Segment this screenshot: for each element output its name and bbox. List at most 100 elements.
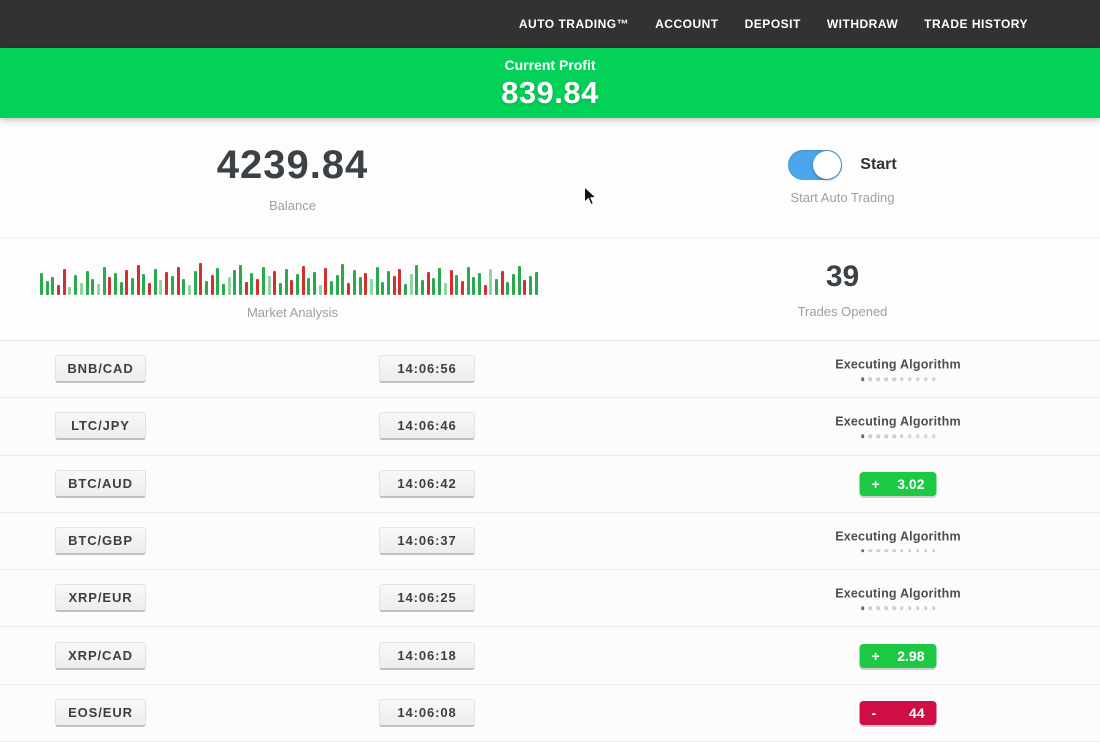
chart-bar: [461, 281, 464, 295]
chart-bar: [91, 279, 94, 295]
pair-button[interactable]: BNB/CAD: [55, 355, 146, 383]
chart-bar: [415, 265, 418, 295]
chart-bar: [427, 272, 430, 295]
chart-bar: [341, 264, 344, 295]
time-button[interactable]: 14:06:56: [379, 355, 475, 383]
market-analysis-block: Market Analysis: [0, 238, 585, 340]
chart-bar: [40, 273, 43, 295]
chart-bar: [74, 275, 77, 295]
market-section: Market Analysis 39 Trades Opened: [0, 238, 1100, 341]
chart-bar: [438, 268, 441, 295]
time-button[interactable]: 14:06:08: [379, 699, 475, 727]
toggle-label: Start: [860, 156, 896, 174]
pair-button[interactable]: BTC/AUD: [55, 470, 146, 498]
chart-bar: [444, 283, 447, 295]
chart-bar: [330, 281, 333, 295]
executing-algorithm-label: Executing Algorithm: [835, 587, 961, 601]
table-row: BNB/CAD 14:06:56 Executing Algorithm: [0, 341, 1100, 398]
chart-bar: [495, 279, 498, 295]
chart-bar: [142, 274, 145, 295]
time-button[interactable]: 14:06:46: [379, 412, 475, 440]
time-button[interactable]: 14:06:18: [379, 642, 475, 670]
nav-item-auto-trading[interactable]: AUTO TRADING™: [519, 17, 629, 31]
pair-button[interactable]: BTC/GBP: [55, 527, 146, 555]
profit-banner: Current Profit 839.84: [0, 48, 1100, 118]
chart-bar: [484, 285, 487, 295]
trades-opened-block: 39 Trades Opened: [585, 238, 1100, 340]
progress-dots: [835, 607, 961, 610]
nav-item-withdraw[interactable]: WITHDRAW: [827, 17, 898, 31]
chart-bar: [279, 283, 282, 295]
chart-bar: [148, 283, 151, 295]
pair-button[interactable]: EOS/EUR: [55, 699, 146, 727]
chart-bar: [80, 283, 83, 295]
chart-bar: [421, 280, 424, 295]
chart-bar: [194, 271, 197, 295]
trades-opened-label: Trades Opened: [798, 304, 888, 319]
chart-bar: [398, 269, 401, 295]
chart-bar: [523, 280, 526, 295]
chart-bar: [313, 272, 316, 295]
trade-status: +3.02: [860, 472, 937, 496]
time-button[interactable]: 14:06:37: [379, 527, 475, 555]
progress-dots: [835, 435, 961, 438]
chart-bar: [97, 284, 100, 295]
chart-bar: [46, 281, 49, 295]
chart-bar: [450, 270, 453, 295]
chart-bar: [347, 283, 350, 295]
chart-bar: [285, 269, 288, 295]
chart-bar: [137, 265, 140, 295]
pair-button[interactable]: LTC/JPY: [55, 412, 146, 440]
table-row: LTC/JPY 14:06:46 Executing Algorithm: [0, 398, 1100, 455]
chart-bar: [535, 272, 538, 295]
chart-bar: [336, 275, 339, 295]
table-row: XRP/EUR 14:06:25 Executing Algorithm: [0, 570, 1100, 627]
chart-bar: [381, 282, 384, 295]
chart-bar: [125, 270, 128, 295]
market-analysis-chart: [40, 258, 545, 295]
auto-trading-toggle[interactable]: [788, 150, 842, 180]
chart-bar: [114, 273, 117, 295]
chart-bar: [216, 268, 219, 295]
profit-badge: +3.02: [860, 472, 937, 496]
chart-bar: [359, 277, 362, 295]
time-button[interactable]: 14:06:25: [379, 584, 475, 612]
progress-dots: [835, 377, 961, 380]
chart-bar: [222, 284, 225, 295]
chart-bar: [171, 276, 174, 295]
pair-button[interactable]: XRP/CAD: [55, 642, 146, 670]
chart-bar: [108, 277, 111, 295]
chart-bar: [501, 271, 504, 295]
loss-badge: -44: [860, 701, 937, 725]
current-profit-label: Current Profit: [0, 57, 1100, 73]
chart-bar: [353, 270, 356, 295]
chart-bar: [57, 285, 60, 295]
nav-item-deposit[interactable]: DEPOSIT: [745, 17, 801, 31]
chart-bar: [250, 273, 253, 295]
balance-section: 4239.84 Balance Start Start Auto Trading: [0, 118, 1100, 238]
chart-bar: [529, 276, 532, 295]
executing-algorithm-label: Executing Algorithm: [835, 415, 961, 429]
balance-block: 4239.84 Balance: [0, 118, 585, 237]
trade-status: Executing Algorithm: [835, 415, 961, 438]
nav-item-trade-history[interactable]: TRADE HISTORY: [924, 17, 1028, 31]
chart-bar: [256, 279, 259, 295]
chart-bar: [131, 278, 134, 295]
time-button[interactable]: 14:06:42: [379, 470, 475, 498]
chart-bar: [199, 263, 202, 295]
table-row: BTC/GBP 14:06:37 Executing Algorithm: [0, 513, 1100, 570]
chart-bar: [307, 278, 310, 295]
executing-algorithm-label: Executing Algorithm: [835, 529, 961, 543]
chart-bar: [370, 279, 373, 295]
top-nav: AUTO TRADING™ ACCOUNT DEPOSIT WITHDRAW TRADE…: [0, 0, 1100, 48]
trade-status: Executing Algorithm: [835, 357, 961, 380]
auto-trading-caption: Start Auto Trading: [790, 190, 894, 205]
nav-item-account[interactable]: ACCOUNT: [655, 17, 719, 31]
chart-bar: [455, 275, 458, 295]
pair-button[interactable]: XRP/EUR: [55, 584, 146, 612]
trade-status: Executing Algorithm: [835, 587, 961, 610]
chart-bar: [228, 277, 231, 295]
chart-bar: [387, 271, 390, 295]
chart-bar: [154, 269, 157, 295]
chart-bar: [239, 265, 242, 295]
